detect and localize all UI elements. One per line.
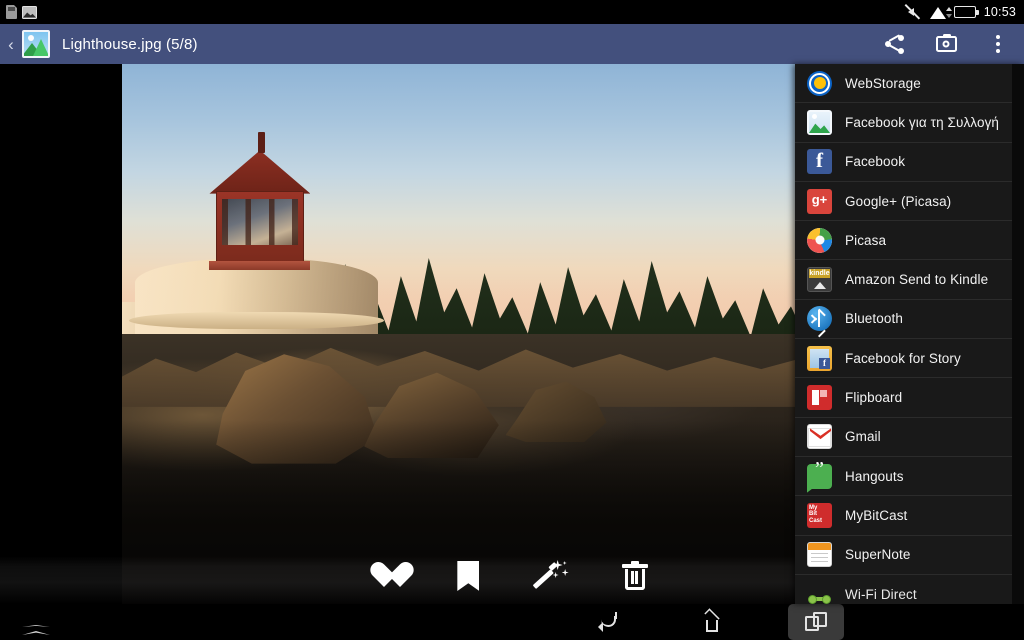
share-item-label: Gmail xyxy=(845,429,881,445)
favorite-button[interactable] xyxy=(362,554,408,598)
share-icon xyxy=(884,33,904,54)
gmail-icon xyxy=(807,424,832,450)
nav-recents-button[interactable] xyxy=(788,604,844,640)
facebook-story-icon: f xyxy=(807,345,832,371)
mute-icon xyxy=(904,4,923,20)
app-toolbar: ‹ Lighthouse.jpg (5/8) xyxy=(0,24,1024,65)
webstorage-icon xyxy=(807,70,832,96)
flipboard-icon xyxy=(807,385,832,411)
picasa-icon xyxy=(807,227,832,253)
supernote-icon xyxy=(807,542,832,568)
nav-back-button[interactable] xyxy=(580,604,636,640)
wifi-icon xyxy=(930,6,952,19)
trash-icon xyxy=(621,561,648,591)
share-item-label: Flipboard xyxy=(845,390,903,406)
share-button[interactable] xyxy=(868,24,920,64)
page-title: Lighthouse.jpg (5/8) xyxy=(62,35,198,53)
google-plus-icon xyxy=(807,188,832,214)
delete-button[interactable] xyxy=(612,554,658,598)
share-list[interactable]: WebStorage Facebook για τη Συλλογή Faceb… xyxy=(795,64,1024,604)
screenshot-icon xyxy=(22,5,37,19)
share-item-bluetooth[interactable]: Bluetooth xyxy=(795,300,1024,340)
photo-image[interactable] xyxy=(122,64,795,604)
photo-lantern-finial xyxy=(257,131,265,154)
share-item-supernote[interactable]: SuperNote xyxy=(795,536,1024,575)
facebook-icon xyxy=(807,148,832,175)
overflow-menu-icon xyxy=(996,35,1000,53)
gallery-icon xyxy=(22,30,50,58)
status-clock: 10:53 xyxy=(983,5,1016,19)
share-item-label: SuperNote xyxy=(845,547,911,563)
nav-home-button[interactable] xyxy=(684,604,740,640)
heart-icon xyxy=(370,563,400,590)
share-item-gmail[interactable]: Gmail xyxy=(795,418,1024,457)
nav-buttons xyxy=(580,604,844,640)
kindle-icon: kindle xyxy=(807,267,832,293)
share-item-picasa[interactable]: Picasa xyxy=(795,221,1024,261)
share-item-label: Facebook xyxy=(845,154,906,170)
share-item-label: Google+ (Picasa) xyxy=(845,193,952,209)
share-item-mybitcast[interactable]: My Bit Cast MyBitCast xyxy=(795,496,1024,536)
photo-tower-rim xyxy=(128,312,385,329)
status-system-icons: 10:53 xyxy=(904,4,1016,20)
camera-icon xyxy=(935,33,957,52)
home-icon xyxy=(702,608,722,633)
share-item-label: Amazon Send to Kindle xyxy=(845,272,989,288)
facebook-collection-icon xyxy=(807,109,832,135)
wifi-direct-icon xyxy=(807,582,832,604)
status-notification-icons xyxy=(6,5,37,19)
share-item-facebook[interactable]: Facebook xyxy=(795,143,1024,182)
magic-wand-icon xyxy=(532,560,569,591)
recents-icon xyxy=(805,612,827,632)
share-item-label: Bluetooth xyxy=(845,311,903,327)
photo-lantern-gallery xyxy=(209,261,311,270)
camera-button[interactable] xyxy=(920,24,972,64)
back-chevron-icon[interactable]: ‹ xyxy=(2,36,20,53)
share-item-label: Wi-Fi Direct xyxy=(845,587,917,602)
screen: 10:53 ‹ Lighthouse.jpg (5/8) WebStorage … xyxy=(0,0,1024,640)
toolbar-actions xyxy=(868,24,1024,64)
share-item-facebook-collection[interactable]: Facebook για τη Συλλογή xyxy=(795,103,1024,143)
share-item-label: MyBitCast xyxy=(845,507,908,523)
system-navigation-bar xyxy=(0,604,1024,640)
status-bar: 10:53 xyxy=(0,0,1024,24)
share-item-flipboard[interactable]: Flipboard xyxy=(795,378,1024,418)
enhance-button[interactable] xyxy=(529,554,575,598)
photo-lantern-glass xyxy=(221,199,299,245)
share-item-webstorage[interactable]: WebStorage xyxy=(795,64,1024,104)
share-item-kindle[interactable]: kindle Amazon Send to Kindle xyxy=(795,260,1024,300)
bookmark-icon xyxy=(457,561,480,591)
hangouts-icon xyxy=(807,458,832,489)
share-item-facebook-story[interactable]: f Facebook for Story xyxy=(795,339,1024,379)
share-item-label: Facebook για τη Συλλογή xyxy=(845,114,1000,130)
share-target-panel[interactable]: WebStorage Facebook για τη Συλλογή Faceb… xyxy=(795,64,1024,604)
share-item-label: Facebook for Story xyxy=(845,350,961,366)
share-item-wifi-direct[interactable]: Wi-Fi Direct xyxy=(795,575,1024,604)
share-item-hangouts[interactable]: Hangouts xyxy=(795,457,1024,497)
sdcard-icon xyxy=(6,5,17,19)
back-icon xyxy=(597,612,619,632)
share-item-google-plus[interactable]: Google+ (Picasa) xyxy=(795,182,1024,222)
share-item-label: Picasa xyxy=(845,232,887,248)
bookmark-button[interactable] xyxy=(445,554,491,598)
overflow-menu-button[interactable] xyxy=(972,24,1024,64)
share-item-label: Hangouts xyxy=(845,468,904,484)
battery-icon xyxy=(953,6,979,18)
bluetooth-icon xyxy=(807,306,832,338)
photo-action-bar xyxy=(340,552,680,600)
mybitcast-icon: My Bit Cast xyxy=(807,502,832,528)
share-item-label: WebStorage xyxy=(845,75,921,91)
